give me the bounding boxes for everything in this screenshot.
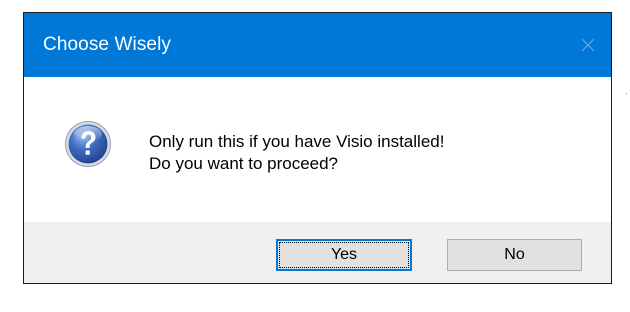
yes-button-label: Yes — [330, 246, 358, 263]
close-button[interactable] — [565, 13, 611, 77]
yes-button[interactable]: Yes — [276, 239, 412, 271]
no-button-label: No — [504, 246, 525, 263]
message-line-1: Only run this if you have Visio installe… — [149, 132, 445, 151]
question-icon — [64, 120, 112, 168]
message-text: Only run this if you have Visio installe… — [149, 131, 444, 175]
no-button[interactable]: No — [447, 239, 582, 271]
message-dialog: Choose Wisely Only run this if you have … — [23, 12, 612, 284]
dialog-title: Choose Wisely — [43, 34, 172, 55]
dialog-body: Only run this if you have Visio installe… — [24, 77, 611, 222]
button-bar: Yes No — [24, 222, 611, 283]
stray-pixel — [626, 93, 627, 94]
message-line-2: Do you want to proceed? — [149, 154, 339, 173]
close-icon — [580, 37, 596, 53]
title-bar[interactable]: Choose Wisely — [24, 13, 611, 77]
